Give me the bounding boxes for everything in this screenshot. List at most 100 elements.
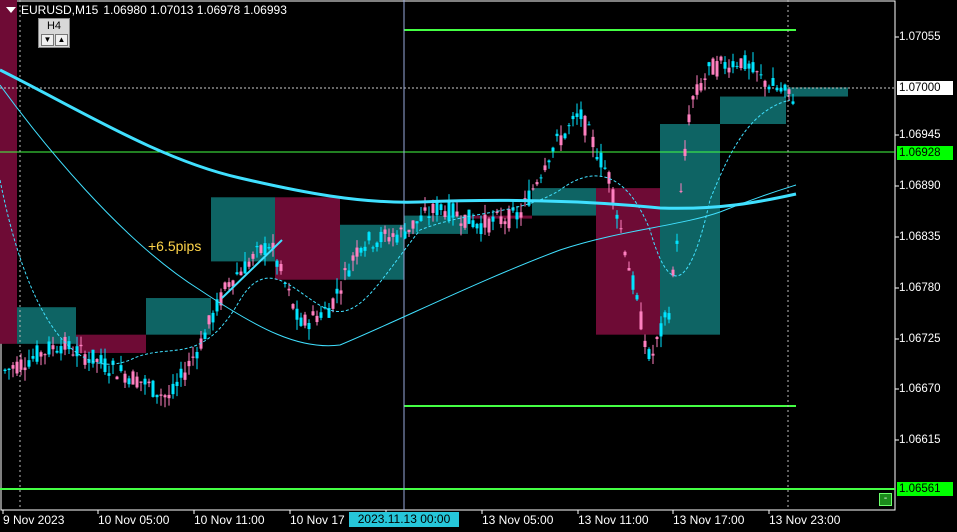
candle-body <box>371 247 375 249</box>
candle-body <box>19 359 23 370</box>
pips-annotation: +6.5pips <box>148 238 202 254</box>
htf-candle <box>786 87 848 97</box>
candle-body <box>291 304 295 309</box>
time-label: 10 Nov 05:00 <box>98 513 170 527</box>
time-label: 13 Nov 17:00 <box>673 513 745 527</box>
candle-body <box>783 84 787 91</box>
htf-candle <box>596 188 660 335</box>
candle-body <box>383 229 387 234</box>
candle-body <box>491 216 495 222</box>
candle-body <box>171 383 175 395</box>
candle-body <box>499 216 503 225</box>
price-chart[interactable] <box>0 0 957 532</box>
candle-body <box>599 152 603 168</box>
candle-body <box>527 190 531 206</box>
candle-body <box>107 373 111 376</box>
candle-body <box>619 228 623 230</box>
htf-candle <box>660 124 720 335</box>
candle-body <box>191 356 195 358</box>
candle-body <box>547 160 551 163</box>
candle-body <box>755 71 759 73</box>
candle-body <box>119 365 123 372</box>
candle-body <box>739 58 743 69</box>
candle-body <box>427 216 431 218</box>
collapse-button[interactable]: - <box>879 493 892 506</box>
candle-body <box>27 360 31 367</box>
candle-body <box>695 84 699 95</box>
candle-body <box>355 247 359 257</box>
candle-body <box>635 295 639 300</box>
candle-body <box>539 177 543 179</box>
candle-body <box>411 220 415 229</box>
candle-body <box>163 395 167 398</box>
candle-body <box>775 87 779 91</box>
candle-body <box>263 243 267 256</box>
candle-body <box>779 87 783 92</box>
candle-body <box>763 80 767 87</box>
candle-body <box>663 312 667 318</box>
candle-body <box>43 354 47 356</box>
candle-body <box>103 358 107 372</box>
candle-body <box>175 381 179 387</box>
time-label: 10 Nov 17 <box>290 513 345 527</box>
candle-body <box>459 223 463 226</box>
time-label: 13 Nov 23:00 <box>769 513 841 527</box>
timeframe-down-button[interactable]: ▼ <box>41 34 54 46</box>
candle-body <box>591 136 595 148</box>
candle-body <box>515 212 519 220</box>
candle-body <box>331 298 335 309</box>
candle-body <box>251 253 255 259</box>
candle-body <box>3 369 7 372</box>
candle-body <box>419 215 423 221</box>
candle-body <box>187 360 191 367</box>
candle-body <box>155 394 159 398</box>
chart-header[interactable]: EURUSD,M15 1.06980 1.07013 1.06978 1.069… <box>6 3 287 17</box>
candle-body <box>399 227 403 230</box>
dropdown-arrow-icon[interactable] <box>6 7 16 13</box>
candle-body <box>587 124 591 126</box>
candle-body <box>223 282 227 290</box>
candle-body <box>379 231 383 243</box>
candle-body <box>707 62 711 67</box>
htf-candle <box>17 307 76 344</box>
price-tag-level: 1.06928 <box>897 146 953 160</box>
timeframe-up-button[interactable]: ▲ <box>55 34 68 46</box>
candle-body <box>655 336 659 340</box>
price-tag-low: 1.06561 <box>897 482 953 496</box>
candle-body <box>571 115 575 120</box>
candle-body <box>519 212 523 218</box>
candle-body <box>363 246 367 251</box>
candle-body <box>679 190 683 192</box>
candle-body <box>11 365 15 369</box>
candle-body <box>135 376 139 388</box>
htf-candles <box>0 0 848 353</box>
htf-candle <box>0 0 17 344</box>
candle-body <box>275 260 279 267</box>
candle-body <box>267 246 271 249</box>
candle-body <box>631 275 635 290</box>
htf-candle <box>76 334 146 353</box>
candle-body <box>551 147 555 152</box>
price-label: 1.06835 <box>899 231 941 243</box>
candle-body <box>319 312 323 318</box>
candle-body <box>351 255 355 261</box>
candle-body <box>423 207 427 211</box>
candle-body <box>75 346 79 357</box>
candle-body <box>139 381 143 383</box>
candle-body <box>675 240 679 244</box>
candle-body <box>35 345 39 362</box>
candle-body <box>647 349 651 359</box>
candle-body <box>791 101 795 104</box>
candle-body <box>203 332 207 340</box>
candle-body <box>639 311 643 330</box>
candle-body <box>167 394 171 399</box>
candle-body <box>483 214 487 228</box>
candle-body <box>743 55 747 70</box>
time-label: 13 Nov 11:00 <box>578 513 649 527</box>
candle-body <box>607 172 611 184</box>
candle-body <box>63 336 67 350</box>
candle-body <box>367 232 371 241</box>
candle-body <box>575 113 579 117</box>
candle-body <box>195 351 199 359</box>
candle-body <box>315 315 319 323</box>
